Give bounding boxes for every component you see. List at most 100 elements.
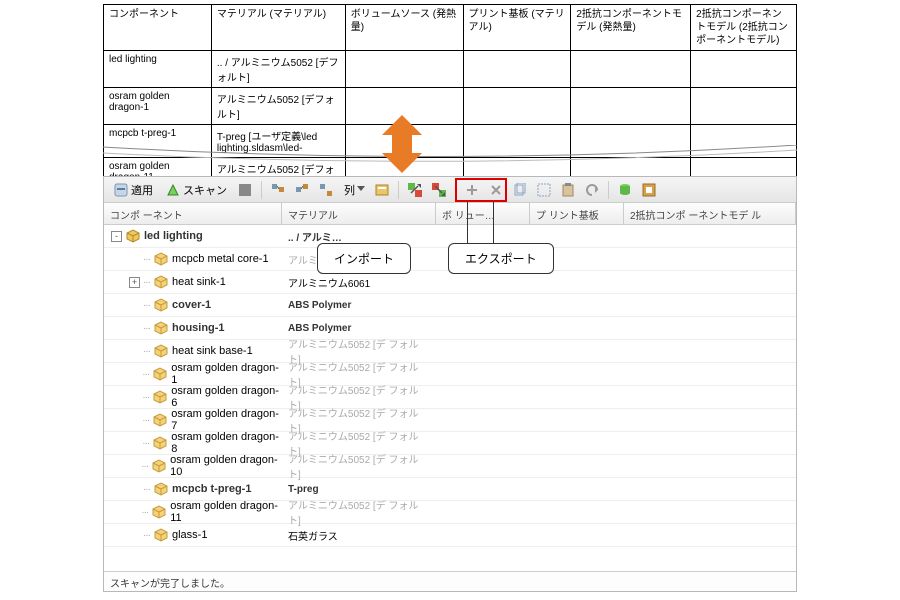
tree-filter-button[interactable] — [315, 180, 337, 200]
tree-row[interactable]: ···osram golden dragon-11アルミニウム5052 [デ フ… — [104, 501, 796, 524]
tree-branch-icon: ··· — [142, 438, 149, 449]
callout-import: インポート — [317, 243, 411, 274]
no-expander — [129, 415, 140, 426]
part-icon — [153, 320, 169, 336]
columns-button[interactable]: 列 — [339, 180, 369, 200]
callout-line-export — [493, 201, 494, 244]
cell-name: osram golden dragon-1 — [104, 88, 212, 125]
part-icon — [153, 343, 169, 359]
select-all-button[interactable] — [533, 180, 555, 200]
expander-icon[interactable]: + — [129, 277, 140, 288]
hdr-volume[interactable]: ボ リュー… — [436, 203, 530, 224]
cell-name: led lighting — [104, 51, 212, 88]
assign-material-button[interactable] — [371, 180, 393, 200]
hdr-material[interactable]: マテリアル — [282, 203, 436, 224]
apply-button[interactable]: 適用 — [108, 180, 158, 200]
tree-expand-button[interactable] — [267, 180, 289, 200]
tree-collapse-button[interactable] — [291, 180, 313, 200]
tree-item-label: mcpcb metal core-1 — [172, 253, 269, 265]
tree-item-label: glass-1 — [172, 529, 207, 541]
tree-branch-icon: ··· — [143, 300, 150, 311]
tree-item-label: housing-1 — [172, 322, 225, 334]
tree-row[interactable]: ···osram golden dragon-8アルミニウム5052 [デ フォ… — [104, 432, 796, 455]
tree-body[interactable]: - led lighting .. / アルミ… ··· mcpcb metal cor… — [104, 225, 796, 571]
hdr-component[interactable]: コンポ ーネント — [104, 203, 282, 224]
tree-branch-icon: ··· — [142, 369, 149, 380]
callout-line-import — [467, 201, 468, 244]
no-expander — [128, 507, 138, 518]
scan-button[interactable]: スキャン — [160, 180, 232, 200]
delete-button[interactable] — [485, 180, 507, 200]
tree-branch-icon: ··· — [143, 254, 150, 265]
tree-item-material[interactable]: ABS Polymer — [282, 323, 436, 334]
tree-row[interactable]: ··· cover-1 ABS Polymer — [104, 294, 796, 317]
tree-row[interactable]: ···housing-1ABS Polymer — [104, 317, 796, 340]
tree-item-label: osram golden dragon-7 — [171, 408, 282, 432]
tree-item-material[interactable]: 石英ガラス — [282, 528, 436, 543]
part-icon — [153, 481, 169, 497]
toolbar: 適用 スキャン 列 — [104, 177, 796, 203]
cell-board — [463, 51, 571, 88]
export-button[interactable] — [428, 180, 450, 200]
tree-branch-icon: ··· — [141, 507, 148, 518]
tree-item-label: cover-1 — [172, 299, 211, 311]
db-button[interactable] — [614, 180, 636, 200]
stop-button[interactable] — [234, 180, 256, 200]
import-button[interactable] — [404, 180, 426, 200]
part-icon — [153, 274, 169, 290]
tree-item-material[interactable]: .. / アルミ… — [282, 229, 436, 244]
tree-row[interactable]: ···heat sink base-1アルミニウム5052 [デ フォルト] — [104, 340, 796, 363]
hdr-board[interactable]: プ リント基板 — [530, 203, 624, 224]
tree-item-material[interactable]: T-preg — [282, 484, 436, 495]
tree-item-label: led lighting — [144, 230, 203, 242]
cell-2r-heat — [571, 51, 691, 88]
apply-icon — [113, 182, 129, 198]
tree-row[interactable]: ···osram golden dragon-6アルミニウム5052 [デ フォ… — [104, 386, 796, 409]
tree-item-material[interactable]: ABS Polymer — [282, 300, 436, 311]
tree-row[interactable]: ···osram golden dragon-7アルミニウム5052 [デ フォ… — [104, 409, 796, 432]
part-icon — [152, 435, 168, 451]
columns-label: 列 — [344, 182, 355, 198]
no-expander — [129, 530, 140, 541]
callout-export: エクスポート — [448, 243, 554, 274]
tree-row[interactable]: +···heat sink-1アルミニウム6061 — [104, 271, 796, 294]
part-icon — [152, 366, 168, 382]
export-table-header: コンポーネント マテリアル (マテリアル) ボリュームソース (発熱量) プリン… — [104, 5, 797, 51]
no-expander — [129, 392, 140, 403]
tree-item-material[interactable]: アルミニウム5052 [デ フォルト] — [282, 451, 436, 481]
add-button[interactable] — [461, 180, 483, 200]
expander-icon[interactable]: - — [111, 231, 122, 242]
export-table: コンポーネント マテリアル (マテリアル) ボリュームソース (発熱量) プリン… — [103, 4, 797, 195]
table-row: led lighting.. / アルミニウム5052 [デフォルト] — [104, 51, 797, 88]
cell-board — [463, 88, 571, 125]
settings-button[interactable] — [638, 180, 660, 200]
undo-button[interactable] — [581, 180, 603, 200]
tree-row[interactable]: ··· glass-1 石英ガラス — [104, 524, 796, 547]
status-bar: スキャンが完了しました。 — [104, 571, 796, 591]
tree-row[interactable]: ···osram golden dragon-1アルミニウム5052 [デ フォ… — [104, 363, 796, 386]
col-volume-source: ボリュームソース (発熱量) — [345, 5, 463, 51]
tree-branch-icon: ··· — [143, 530, 150, 541]
no-expander — [129, 369, 140, 380]
tree-item-label: osram golden dragon-10 — [170, 454, 282, 478]
assembly-icon — [125, 228, 141, 244]
sheet-curve-decoration — [103, 145, 797, 165]
copy-button[interactable] — [509, 180, 531, 200]
emw-panel: 適用 スキャン 列 コンポ ーネント マテリアル ボ リュー… — [103, 176, 797, 592]
part-icon — [153, 251, 169, 267]
tree-item-label: osram golden dragon-11 — [170, 500, 282, 524]
tree-item-material[interactable]: アルミニウム5052 [デ フォルト] — [282, 497, 436, 527]
tree-branch-icon: ··· — [143, 484, 150, 495]
tree-item-material[interactable]: アルミニウム6061 — [282, 275, 436, 290]
tree-item-label: osram golden dragon-1 — [171, 362, 282, 386]
tree-branch-icon: ··· — [143, 346, 150, 357]
tree-row[interactable]: ···mcpcb t-preg-1T-preg — [104, 478, 796, 501]
tree-row[interactable]: ···osram golden dragon-10アルミニウム5052 [デ フ… — [104, 455, 796, 478]
table-row: osram golden dragon-1アルミニウム5052 [デフォルト] — [104, 88, 797, 125]
part-icon — [153, 297, 169, 313]
toolbar-sep-2 — [398, 181, 399, 199]
hdr-2r[interactable]: 2抵抗コンポ ーネントモデ ル — [624, 203, 796, 224]
part-icon — [151, 504, 167, 520]
paste-button[interactable] — [557, 180, 579, 200]
cell-2r-model — [691, 51, 797, 88]
